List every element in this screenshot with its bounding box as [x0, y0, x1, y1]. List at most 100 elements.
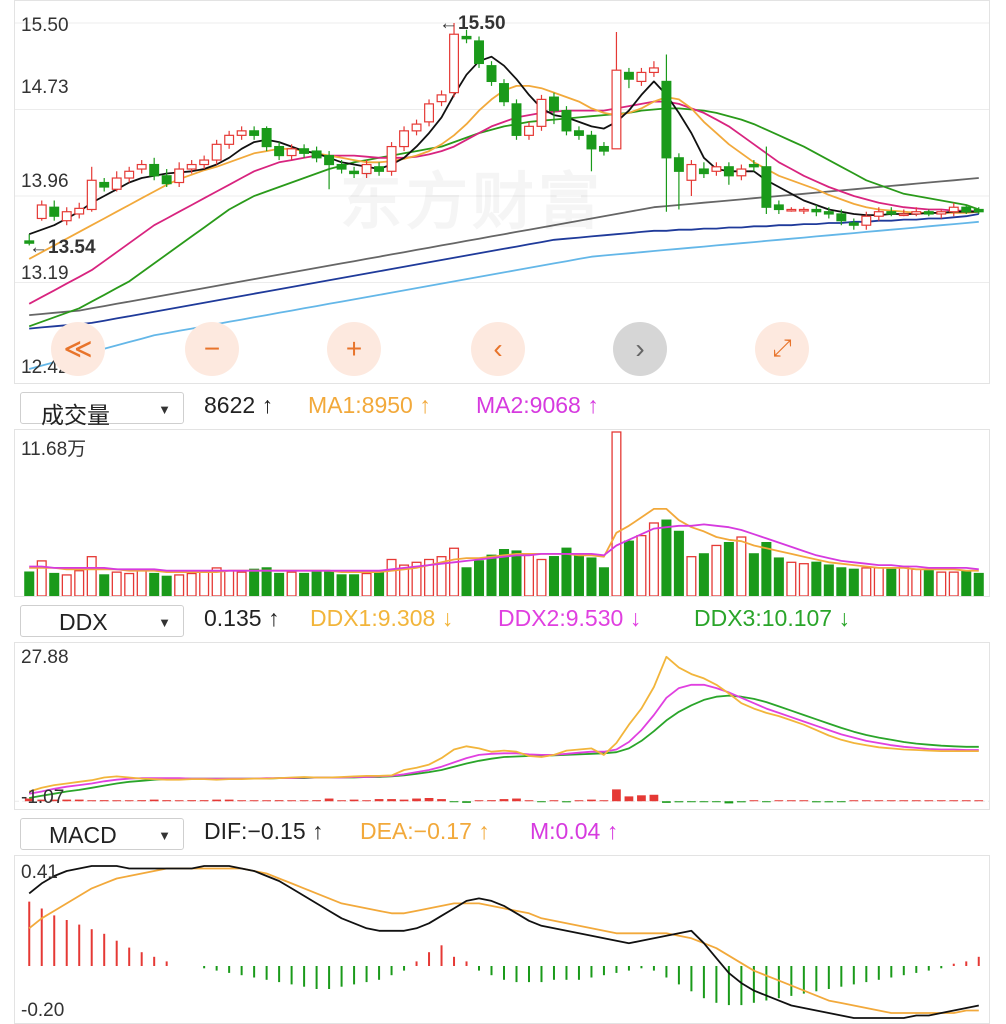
- volume-bar: [386, 558, 397, 596]
- ddx-bar: [87, 800, 97, 802]
- volume-indicator-selector[interactable]: 成交量 ▼: [20, 392, 184, 428]
- scroll-far-left-button[interactable]: ≪: [51, 322, 105, 376]
- candle-body: [174, 168, 185, 184]
- candle-body: [698, 168, 709, 175]
- candle-body: [511, 103, 522, 136]
- candle-body: [611, 69, 622, 150]
- candle-body: [436, 94, 447, 103]
- ddx-bar: [836, 801, 846, 803]
- ddx-bar: [786, 800, 796, 802]
- ddx-indicator-selector[interactable]: DDX ▼: [20, 605, 184, 637]
- candle-body: [211, 143, 222, 161]
- ddx-bar: [737, 801, 746, 803]
- macd-selector-label: MACD: [49, 822, 117, 848]
- ddx-chart: [15, 655, 989, 804]
- candle-body: [249, 130, 260, 136]
- ddx-bar: [524, 800, 534, 802]
- expand-button[interactable]: ⤢: [755, 322, 809, 376]
- candle-body: [499, 83, 509, 103]
- volume-bar: [473, 560, 485, 596]
- ddx-bar: [961, 800, 971, 802]
- ddx-bar: [724, 801, 734, 804]
- ddx-bar: [936, 800, 946, 802]
- scroll-right-button[interactable]: ›: [613, 322, 667, 376]
- ddx-bar: [899, 800, 909, 802]
- ddx3-line: [29, 694, 979, 799]
- candle-body: [861, 215, 872, 226]
- candle-body: [898, 213, 909, 217]
- ddx-bar: [174, 800, 184, 802]
- candle-body: [811, 208, 822, 213]
- ddx-bar: [624, 796, 634, 802]
- ddx-bar: [824, 801, 834, 803]
- volume-bar: [286, 571, 297, 596]
- scroll-left-button[interactable]: ‹: [471, 322, 525, 376]
- candle-body: [673, 157, 684, 172]
- candle-body: [748, 163, 759, 168]
- ddx-bar: [761, 801, 771, 803]
- candle-body: [74, 207, 85, 215]
- volume-bar: [948, 571, 959, 596]
- ddx-value: 0.135 ↑: [204, 605, 280, 631]
- ddx-bar: [974, 800, 984, 802]
- volume-bar: [561, 547, 572, 596]
- macd-dif-line: [28, 865, 979, 1019]
- candle-body: [136, 163, 147, 170]
- volume-axis-label-top: 11.68万: [21, 439, 87, 460]
- ddx-bar: [886, 800, 896, 802]
- candle-body: [761, 166, 772, 208]
- ddx-bar: [462, 801, 471, 803]
- volume-bar: [486, 554, 497, 596]
- ddx2-value: DDX2:9.530 ↓: [498, 605, 642, 631]
- ddx-bar: [637, 795, 646, 802]
- candle-body: [886, 211, 897, 215]
- candle-body: [798, 208, 809, 212]
- candle-body: [186, 163, 197, 170]
- macd-chart-panel[interactable]: 0.41 -0.20: [14, 855, 990, 1024]
- volume-bar: [611, 431, 622, 596]
- ddx-bar: [662, 801, 671, 803]
- volume-bar: [873, 567, 884, 596]
- volume-selector-label: 成交量: [41, 402, 110, 428]
- volume-bar: [336, 574, 347, 596]
- volume-bar: [111, 571, 122, 596]
- volume-bar: [324, 571, 335, 596]
- macd-indicator-selector[interactable]: MACD ▼: [20, 818, 184, 850]
- volume-bar: [736, 536, 747, 596]
- ddx-chart-panel[interactable]: 27.88 -1.07: [14, 642, 990, 810]
- ddx-bar: [449, 801, 459, 803]
- zoom-in-button[interactable]: +: [327, 322, 381, 376]
- macd-axis-label-top: 0.41: [21, 862, 58, 883]
- volume-bar: [124, 572, 135, 596]
- candle-body: [99, 181, 110, 188]
- volume-bar: [199, 571, 210, 596]
- ddx-bar: [924, 800, 934, 802]
- ddx-bar: [337, 800, 346, 802]
- candle-body: [661, 80, 672, 159]
- candle-body: [86, 179, 97, 211]
- volume-chart-panel[interactable]: 11.68万: [14, 429, 990, 597]
- ddx-bar: [537, 801, 546, 803]
- ddx-bar: [799, 800, 809, 802]
- ddx-header: DDX ▼ 0.135 ↑ DDX1:9.308 ↓ DDX2:9.530 ↓ …: [14, 601, 990, 641]
- volume-bar: [711, 544, 722, 596]
- candle-body: [124, 170, 135, 179]
- volume-bar: [686, 556, 697, 596]
- candle-body: [224, 134, 235, 145]
- macd-axis-label-bottom: -0.20: [21, 1000, 65, 1021]
- ddx-bar: [212, 799, 222, 802]
- candle-body: [449, 33, 459, 94]
- ddx-bar: [674, 801, 684, 803]
- ddx-bar: [262, 800, 271, 802]
- ddx-bar: [874, 800, 884, 802]
- volume-bar: [161, 575, 172, 596]
- volume-bar: [49, 572, 60, 596]
- candle-body: [324, 154, 335, 166]
- candle-body: [461, 35, 472, 40]
- volume-bar: [536, 558, 547, 596]
- candle-body: [723, 166, 734, 177]
- ddx-bar: [149, 799, 159, 802]
- volume-bar: [449, 547, 460, 596]
- price-chart-panel[interactable]: 东方财富 15.50 14.73 13.96 13.19 12.42 ←15.5…: [14, 0, 990, 384]
- zoom-out-button[interactable]: −: [185, 322, 239, 376]
